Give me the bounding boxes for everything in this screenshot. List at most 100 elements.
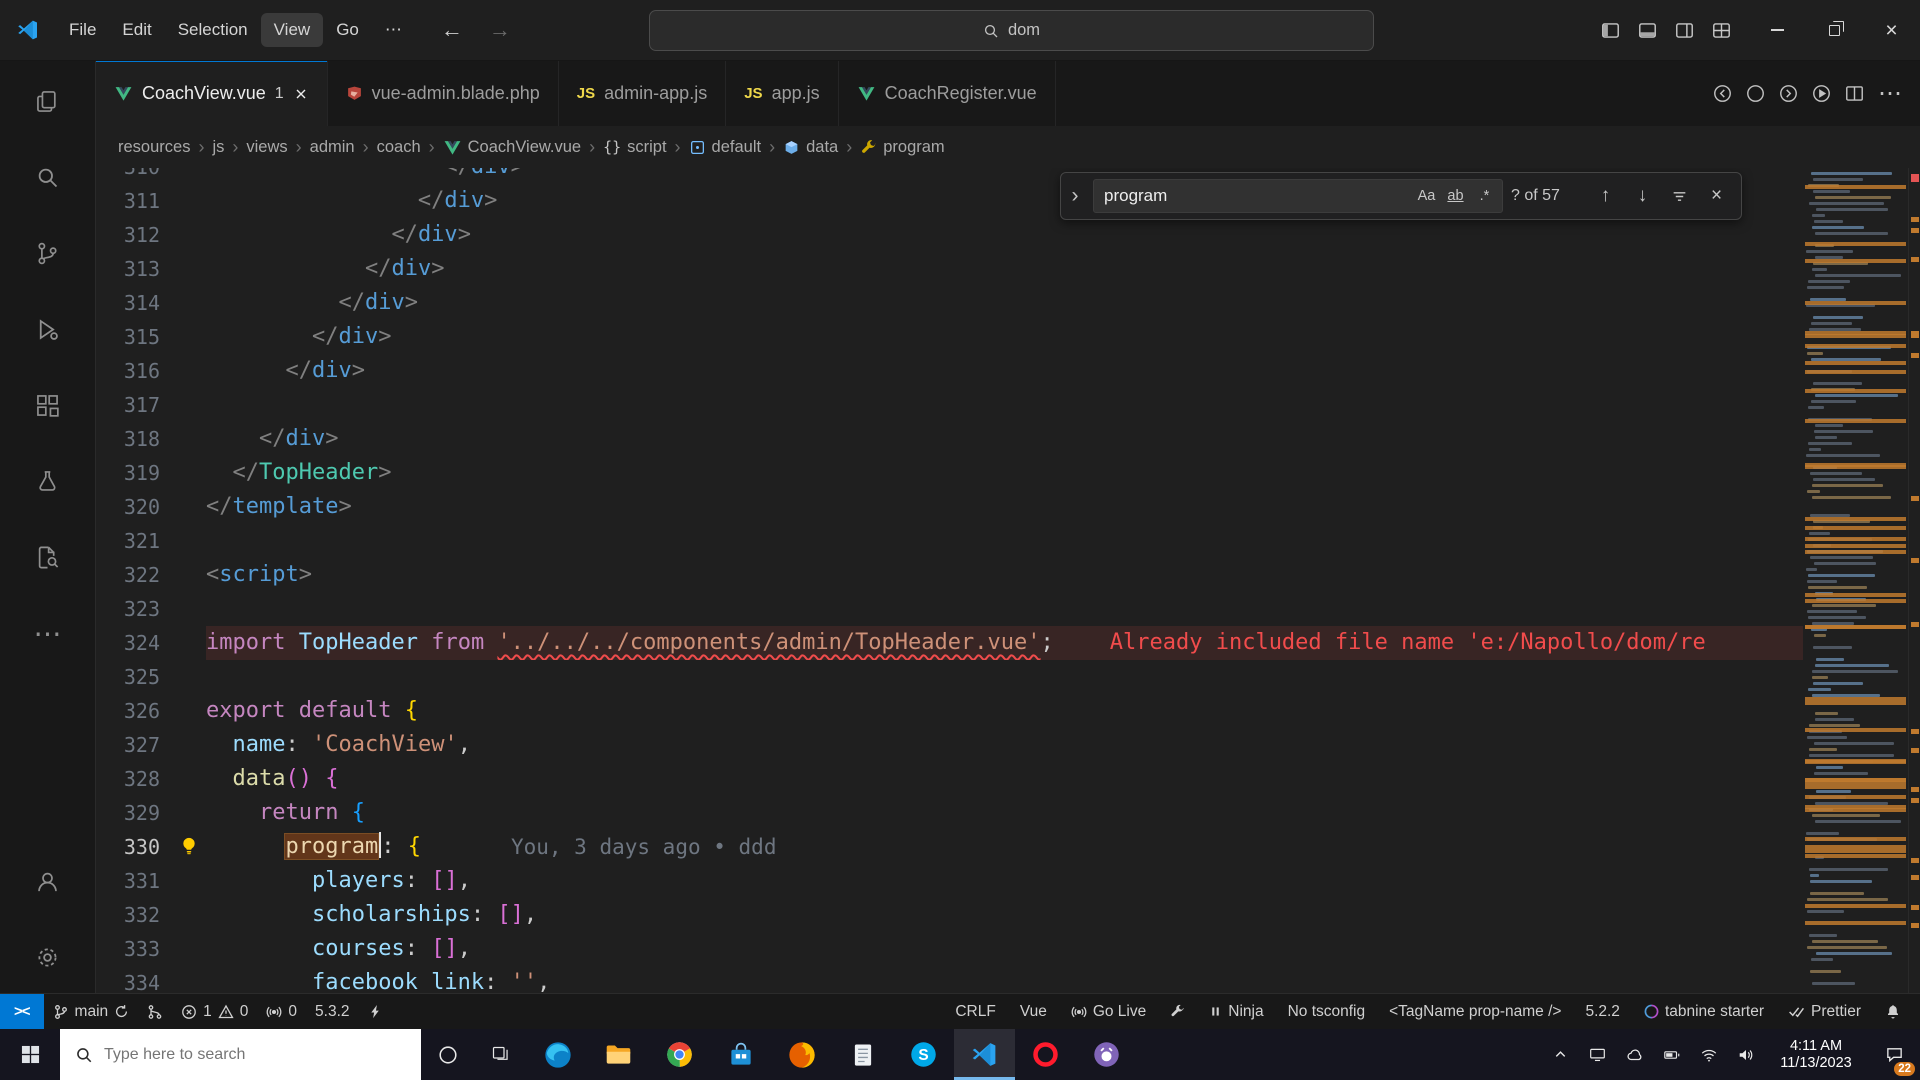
code-line-315[interactable]: 315 </div> [96,320,1803,354]
editor[interactable]: 310 </div>311 </div>312 </div>313 </div>… [96,168,1920,993]
tray-wifi[interactable] [1690,1029,1727,1080]
close-icon[interactable] [293,86,309,102]
status-go-live[interactable]: Go Live [1062,994,1155,1029]
tab-vue-admin-blade-php[interactable]: vue-admin.blade.php [327,61,559,126]
more-actions-icon[interactable]: ⋯ [1874,75,1906,112]
command-center-search[interactable]: dom [649,10,1374,51]
activity-explorer[interactable] [22,75,74,127]
breadcrumb-views[interactable]: views [246,138,287,157]
code-line-325[interactable]: 325 [96,660,1803,694]
menu-selection[interactable]: Selection [165,13,261,47]
menu-go[interactable]: Go [323,13,372,47]
status-ports[interactable]: 0 [257,994,306,1029]
code-line-328[interactable]: 328 data() { [96,762,1803,796]
tray-monitor[interactable] [1579,1029,1616,1080]
code-line-331[interactable]: 331 players: [], [96,864,1803,898]
breadcrumb-coach[interactable]: coach [377,138,421,157]
navigate-back-icon[interactable] [1709,80,1736,107]
go-forward-icon[interactable]: → [489,17,511,43]
taskbar-app-skype[interactable]: S [893,1029,954,1080]
breadcrumb-program[interactable]: program [860,138,945,157]
code-line-317[interactable]: 317 [96,388,1803,422]
status-eol-selector[interactable]: CRLF [946,994,1004,1029]
status-problems[interactable]: 10 [172,994,257,1029]
code-line-322[interactable]: 322 <script> [96,558,1803,592]
minimap[interactable] [1803,168,1908,993]
code-line-327[interactable]: 327 name: 'CoachView', [96,728,1803,762]
activity-run-debug[interactable] [22,303,74,355]
status-version-5-3-2[interactable]: 5.3.2 [306,994,358,1029]
status-git-graph[interactable] [138,994,172,1029]
taskbar-app-edge[interactable] [527,1029,588,1080]
minimize-button[interactable] [1749,0,1806,60]
taskbar-app-vscode[interactable] [954,1029,1015,1080]
find-in-selection-icon[interactable] [1665,182,1694,211]
taskbar-app-notes[interactable] [832,1029,893,1080]
status-tabnine[interactable]: tabnine starter [1635,994,1773,1029]
code-line-323[interactable]: 323 [96,592,1803,626]
find-input[interactable]: program Aa ab .* [1093,179,1503,213]
lightbulb-icon[interactable] [179,836,199,856]
whole-word-toggle[interactable]: ab [1442,183,1469,210]
close-button[interactable]: × [1863,0,1920,60]
breadcrumb-data[interactable]: data [783,138,838,157]
find-query[interactable]: program [1104,186,1413,206]
tab-coachregister-vue[interactable]: CoachRegister.vue [838,61,1056,126]
breadcrumb-coachview-vue[interactable]: CoachView.vue [443,138,581,157]
cortana-button[interactable] [421,1029,474,1080]
menu-view[interactable]: View [260,13,324,47]
tray-cloud[interactable] [1616,1029,1653,1080]
status-tag-wrap[interactable]: <TagName prop-name /> [1380,994,1570,1029]
status-tsconfig[interactable]: No tsconfig [1279,994,1375,1029]
code-line-321[interactable]: 321 [96,524,1803,558]
split-editor-icon[interactable] [1841,80,1868,107]
task-view-button[interactable] [474,1029,527,1080]
code-line-318[interactable]: 318 </div> [96,422,1803,456]
menu-item[interactable]: ⋯ [372,13,415,47]
record-icon[interactable] [1742,80,1769,107]
code-line-312[interactable]: 312 </div> [96,218,1803,252]
status-tool[interactable] [1161,994,1194,1029]
status-ninja[interactable]: Ninja [1200,994,1272,1029]
code-line-314[interactable]: 314 </div> [96,286,1803,320]
activity-search[interactable] [22,151,74,203]
breadcrumb-resources[interactable]: resources [118,138,190,157]
code-line-313[interactable]: 313 </div> [96,252,1803,286]
taskbar-app-store[interactable] [710,1029,771,1080]
activity-source-control[interactable] [22,227,74,279]
run-profile-icon[interactable] [1808,80,1835,107]
tab-coachview-vue[interactable]: CoachView.vue 1 [96,61,328,126]
taskbar-app-file-explorer[interactable] [588,1029,649,1080]
layout-grid-icon[interactable] [1708,17,1735,44]
taskbar-search[interactable] [60,1029,421,1080]
activity-file-search[interactable] [22,531,74,583]
close-find-icon[interactable]: × [1702,182,1731,211]
layout-sidebar-left-icon[interactable] [1597,17,1624,44]
status-language-mode[interactable]: Vue [1011,994,1056,1029]
breadcrumb-script[interactable]: {} script [603,138,666,157]
code-line-329[interactable]: 329 return { [96,796,1803,830]
menu-file[interactable]: File [56,13,109,47]
navigate-forward-icon[interactable] [1775,80,1802,107]
menu-edit[interactable]: Edit [109,13,164,47]
tray-chevron-up[interactable] [1542,1029,1579,1080]
activity-more[interactable]: ⋯ [22,607,74,659]
code-line-330[interactable]: 330 program: {You, 3 days ago • ddd [96,830,1803,864]
activity-settings[interactable] [22,931,74,983]
breadcrumb-default[interactable]: default [689,138,761,157]
code-line-334[interactable]: 334 facebook_link: '', [96,966,1803,993]
code-line-333[interactable]: 333 courses: [], [96,932,1803,966]
taskbar-app-chrome[interactable] [649,1029,710,1080]
start-button[interactable] [0,1029,60,1080]
status-thunder-client[interactable] [359,994,392,1029]
status-version-5-2-2[interactable]: 5.2.2 [1576,994,1628,1029]
code-line-332[interactable]: 332 scholarships: [], [96,898,1803,932]
activity-account[interactable] [22,855,74,907]
layout-sidebar-right-icon[interactable] [1671,17,1698,44]
status-prettier[interactable]: Prettier [1779,994,1870,1029]
layout-panel-icon[interactable] [1634,17,1661,44]
toggle-replace-icon[interactable]: › [1065,184,1085,208]
status-notifications[interactable] [1876,994,1910,1029]
code-line-326[interactable]: 326 export default { [96,694,1803,728]
code-line-319[interactable]: 319 </TopHeader> [96,456,1803,490]
